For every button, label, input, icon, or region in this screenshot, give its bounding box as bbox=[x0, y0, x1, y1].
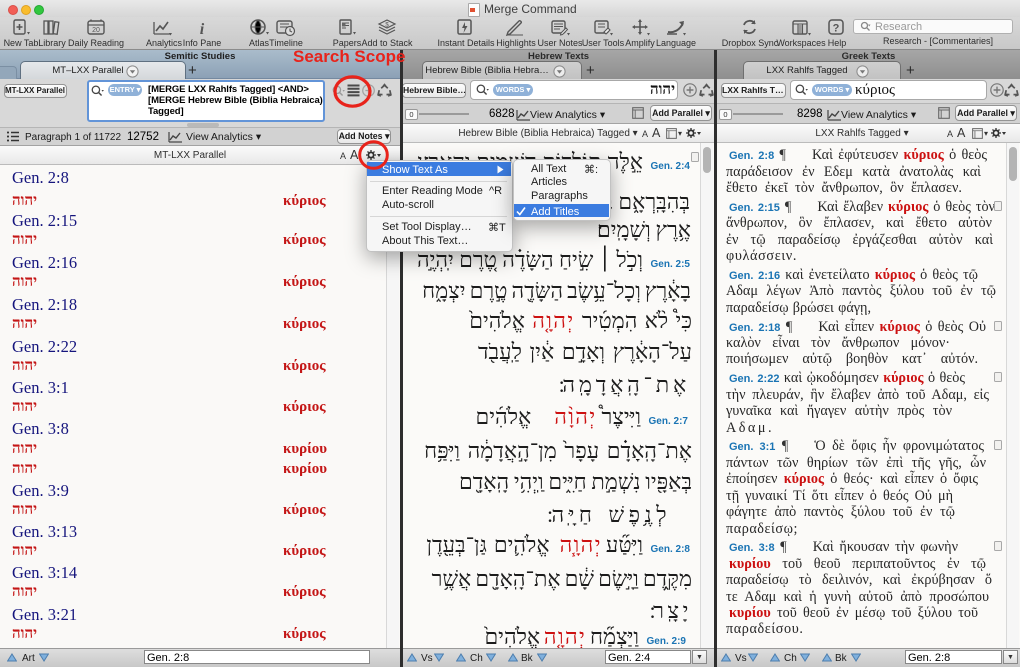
svg-text:?: ? bbox=[833, 23, 840, 35]
svg-text:20: 20 bbox=[92, 27, 100, 34]
svg-text:i: i bbox=[200, 21, 205, 37]
